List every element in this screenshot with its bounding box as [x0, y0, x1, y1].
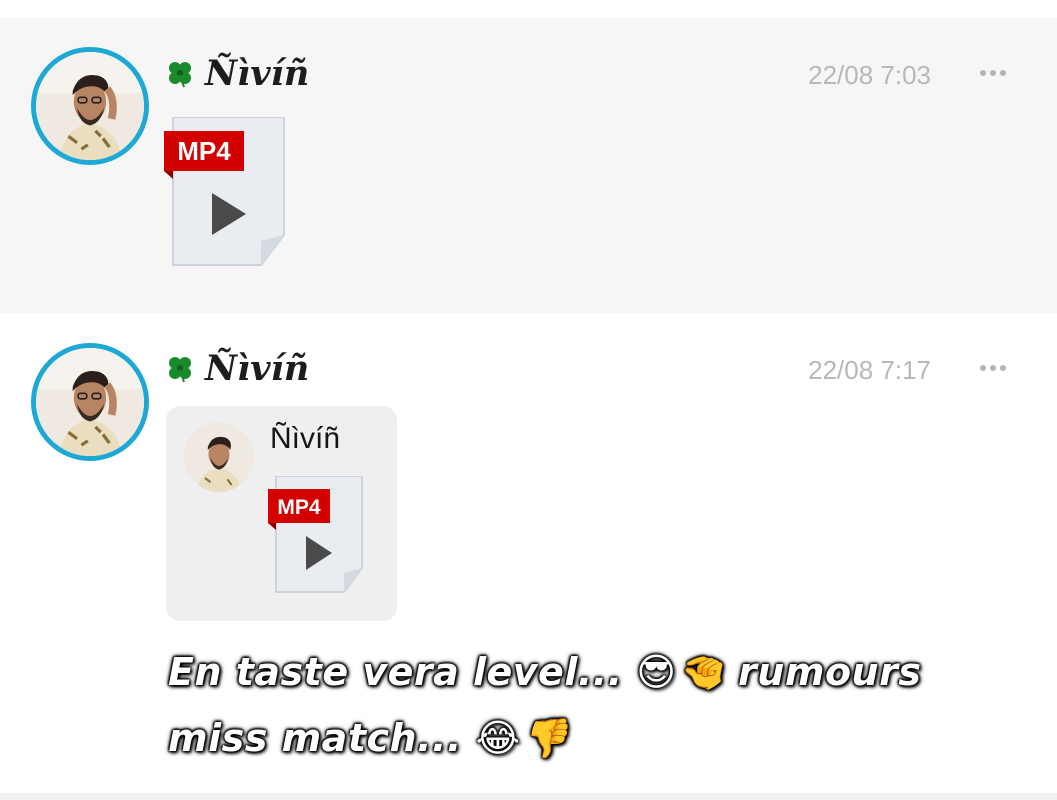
sender-name-row: Ñìvíñ	[165, 56, 309, 91]
file-type-label: MP4	[277, 496, 321, 519]
sender-avatar[interactable]	[31, 343, 149, 461]
message-timestamp: 22/08 7:17	[808, 355, 931, 385]
message-caption: En taste vera level... 😎🤏 rumours miss m…	[168, 650, 922, 760]
quoted-sender-name: Ñìvíñ	[270, 422, 341, 455]
sender-name[interactable]: Ñìvíñ	[205, 56, 309, 91]
more-options-icon[interactable]	[980, 363, 1006, 373]
sender-name-row: Ñìvíñ	[165, 351, 309, 386]
video-attachment[interactable]: MP4	[164, 117, 288, 267]
clover-icon	[169, 61, 191, 87]
sender-avatar[interactable]	[31, 47, 149, 165]
quoted-sender-avatar	[184, 422, 254, 492]
quoted-message[interactable]: Ñìvíñ MP4	[166, 406, 397, 621]
clover-icon	[169, 356, 191, 382]
chat-message[interactable]: Ñìvíñ 22/08 7:03 MP4	[0, 18, 1057, 313]
file-type-label: MP4	[177, 136, 231, 166]
quoted-video-attachment[interactable]: MP4	[268, 476, 364, 594]
chat-message[interactable]: Ñìvíñ 22/08 7:17 Ñìvíñ MP4 En taste vera…	[0, 313, 1057, 793]
message-timestamp: 22/08 7:03	[808, 60, 931, 90]
more-options-icon[interactable]	[980, 68, 1006, 78]
next-message-divider	[0, 793, 1057, 800]
sender-name[interactable]: Ñìvíñ	[205, 351, 309, 386]
